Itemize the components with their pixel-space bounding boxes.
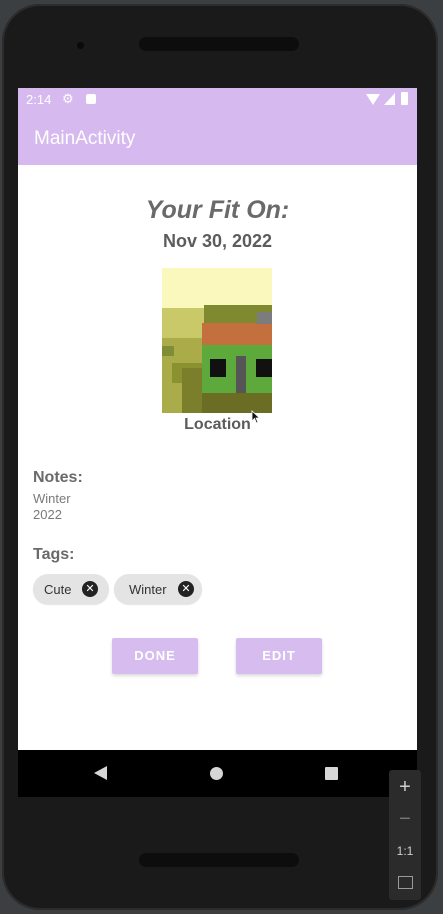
edit-button[interactable]: EDIT [236, 638, 322, 674]
top-speaker [139, 37, 299, 51]
location-label: Location [184, 416, 251, 433]
tag-chip-winter[interactable]: Winter ✕ [114, 574, 202, 604]
done-button[interactable]: DONE [112, 638, 198, 674]
back-icon[interactable] [94, 766, 107, 780]
home-icon[interactable] [210, 767, 223, 780]
battery-icon [401, 92, 408, 105]
close-icon[interactable]: ✕ [178, 581, 194, 597]
zoom-in-button[interactable]: + [389, 776, 421, 799]
status-time: 2:14 [26, 92, 52, 107]
notes-label: Notes: [33, 469, 83, 486]
tag-chip-cute[interactable]: Cute ✕ [33, 574, 109, 604]
tag-label: Winter [129, 582, 167, 597]
gear-icon: ⚙ [62, 91, 74, 106]
status-bar: 2:14 ⚙ [18, 88, 417, 112]
recents-icon[interactable] [325, 767, 338, 780]
wifi-icon [366, 94, 380, 105]
zoom-reset-button[interactable]: 1:1 [389, 844, 421, 858]
notes-text: Winter 2022 [33, 491, 71, 522]
location-image[interactable] [162, 268, 272, 413]
page-heading: Your Fit On: [145, 196, 290, 224]
navigation-bar [18, 750, 417, 797]
front-camera [77, 42, 84, 49]
fit-date: Nov 30, 2022 [162, 231, 273, 251]
notification-icon [86, 94, 96, 104]
cursor-icon [251, 410, 261, 424]
device-screen: 2:14 ⚙ MainActivity Your Fit On: Nov 30,… [18, 88, 417, 797]
tags-label: Tags: [33, 546, 75, 563]
cell-signal-icon [384, 93, 395, 105]
fit-screen-icon[interactable] [398, 876, 413, 889]
bottom-speaker [139, 853, 299, 867]
zoom-out-button[interactable]: − [389, 808, 421, 831]
app-title: MainActivity [34, 128, 136, 149]
app-bar: MainActivity [18, 112, 417, 165]
emulator-zoom-panel: + − 1:1 [389, 770, 421, 900]
close-icon[interactable]: ✕ [82, 581, 98, 597]
tag-label: Cute [44, 582, 72, 597]
